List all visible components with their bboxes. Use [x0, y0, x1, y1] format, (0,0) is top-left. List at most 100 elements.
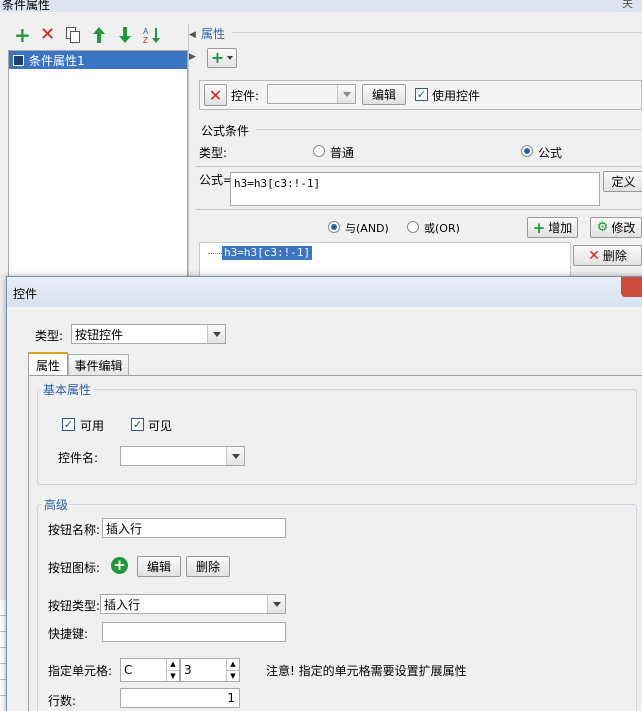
button-type-value: 插入行 [104, 597, 141, 612]
delete-condition-button[interactable]: ✕ 删除 [573, 245, 642, 266]
chevron-down-icon [226, 447, 244, 465]
button-name-value: 插入行 [106, 521, 143, 536]
shortcut-input[interactable] [102, 622, 286, 642]
close-icon: ✕ [588, 247, 600, 264]
dialog-title: 控件 [13, 287, 38, 301]
formula-condition-legend: 公式条件 [201, 124, 250, 138]
or-radio-label: 或(OR) [424, 222, 460, 235]
spinner-up-icon[interactable]: ▲ [226, 659, 239, 670]
rows-value: 1 [227, 691, 235, 705]
formula-radio[interactable] [521, 145, 533, 157]
use-control-checkbox[interactable]: ✓ [415, 88, 428, 101]
or-radio[interactable] [407, 221, 419, 233]
basic-properties-group [37, 389, 637, 485]
icon-edit-button[interactable]: 编辑 [137, 556, 181, 577]
button-type-combo[interactable]: 插入行 [100, 594, 286, 614]
cell-column-value: C [124, 663, 133, 677]
splitter[interactable]: ◀ ▶ [188, 24, 196, 284]
normal-radio[interactable] [313, 145, 325, 157]
and-radio[interactable] [328, 221, 340, 233]
add-button[interactable]: + 增加 [527, 217, 578, 238]
tab-properties[interactable]: 属性 [28, 352, 68, 376]
tab-properties-label: 属性 [35, 358, 60, 373]
add-icon[interactable]: + [14, 24, 31, 46]
tree-connector [208, 253, 222, 254]
icon-delete-button-label: 删除 [195, 560, 220, 574]
dialog-type-value: 按钮控件 [75, 327, 124, 342]
window-title-bar: 条件属性 关 [0, 0, 642, 12]
chevron-down-icon [267, 595, 285, 613]
cell-column-spinner[interactable]: C ▲ ▼ [120, 658, 180, 682]
radio-dot [524, 148, 530, 154]
normal-radio-label: 普通 [330, 146, 355, 160]
tree-item-label: 条件属性1 [29, 53, 85, 68]
formula-input[interactable]: h3=h3[c3:!-1] [230, 172, 600, 206]
control-label: 控件: [231, 89, 260, 103]
control-name-combo[interactable] [120, 446, 245, 466]
and-radio-label: 与(AND) [345, 222, 389, 235]
dialog-type-label: 类型: [35, 329, 64, 343]
spinner-down-icon[interactable]: ▼ [226, 670, 239, 681]
delete-icon[interactable]: ✕ [40, 24, 55, 46]
use-control-label: 使用控件 [432, 89, 481, 103]
spinner-down-icon[interactable]: ▼ [166, 670, 179, 681]
visible-label: 可见 [148, 419, 173, 433]
button-icon-label: 按钮图标: [48, 561, 101, 575]
move-up-icon[interactable] [92, 26, 106, 47]
sort-icon[interactable]: AZ [143, 26, 161, 47]
property-legend: 属性 [201, 27, 226, 41]
rows-input[interactable]: 1 [120, 688, 240, 708]
move-down-icon[interactable] [118, 26, 132, 47]
formula-label: 公式= [199, 173, 234, 187]
control-name-label: 控件名: [58, 451, 99, 465]
add-dropdown-button[interactable]: + [207, 48, 237, 68]
enabled-checkbox[interactable]: ✓ [62, 418, 75, 431]
cell-row-value: 3 [184, 663, 192, 677]
cell-row-spinner[interactable]: 3 ▲ ▼ [180, 658, 240, 682]
add-icon: + [210, 48, 225, 67]
delete-button-label: 删除 [602, 249, 627, 263]
copy-icon[interactable] [66, 27, 80, 43]
shortcut-label: 快捷键: [48, 627, 89, 641]
button-name-label: 按钮名称: [48, 523, 101, 537]
cell-label: 指定单元格: [48, 664, 113, 678]
chevron-down-icon [207, 325, 225, 343]
formula-text: h3=h3[c3:!-1] [234, 177, 321, 190]
formula-condition-divider [256, 129, 642, 130]
enabled-label: 可用 [80, 419, 105, 433]
define-button[interactable]: 定义 [603, 171, 642, 192]
dialog-close-button[interactable] [621, 277, 642, 297]
gear-icon: ⚙ [596, 220, 609, 235]
tree-panel: 条件属性1 [8, 50, 188, 285]
radio-dot [331, 224, 337, 230]
window-corner-label[interactable]: 关 [622, 0, 633, 11]
rows-label: 行数: [48, 694, 77, 708]
chevron-down-icon [227, 56, 234, 60]
check-icon: ✓ [416, 88, 427, 101]
tab-event-edit[interactable]: 事件编辑 [68, 354, 129, 375]
remove-control-button[interactable]: ✕ [204, 84, 227, 106]
svg-text:A: A [143, 27, 149, 36]
plus-icon: + [532, 218, 546, 237]
dialog-title-bar: 控件 [7, 277, 642, 307]
check-icon: ✓ [63, 418, 74, 431]
icon-edit-button-label: 编辑 [146, 560, 171, 574]
plus-circle-icon[interactable]: + [111, 557, 128, 574]
modify-button[interactable]: ⚙ 修改 [590, 217, 642, 238]
edit-control-button[interactable]: 编辑 [362, 84, 406, 105]
splitter-arrow-icon: ▶ [189, 52, 196, 62]
splitter-arrow-icon: ◀ [189, 30, 196, 40]
cell-note: 注意! 指定的单元格需要设置扩展属性 [266, 664, 467, 678]
visible-checkbox[interactable]: ✓ [131, 418, 144, 431]
advanced-legend: 高级 [42, 496, 71, 513]
control-combo[interactable] [267, 84, 356, 104]
spinner-up-icon[interactable]: ▲ [166, 659, 179, 670]
dialog-type-combo[interactable]: 按钮控件 [71, 324, 226, 344]
edit-button-label: 编辑 [371, 88, 396, 102]
condition-list-item[interactable]: h3=h3[c3:!-1] [222, 246, 313, 260]
icon-delete-button[interactable]: 删除 [186, 556, 230, 577]
check-icon: ✓ [132, 418, 143, 431]
tree-item[interactable]: 条件属性1 [9, 51, 187, 69]
button-name-input[interactable]: 插入行 [102, 518, 286, 538]
window-title: 条件属性 [2, 0, 51, 12]
